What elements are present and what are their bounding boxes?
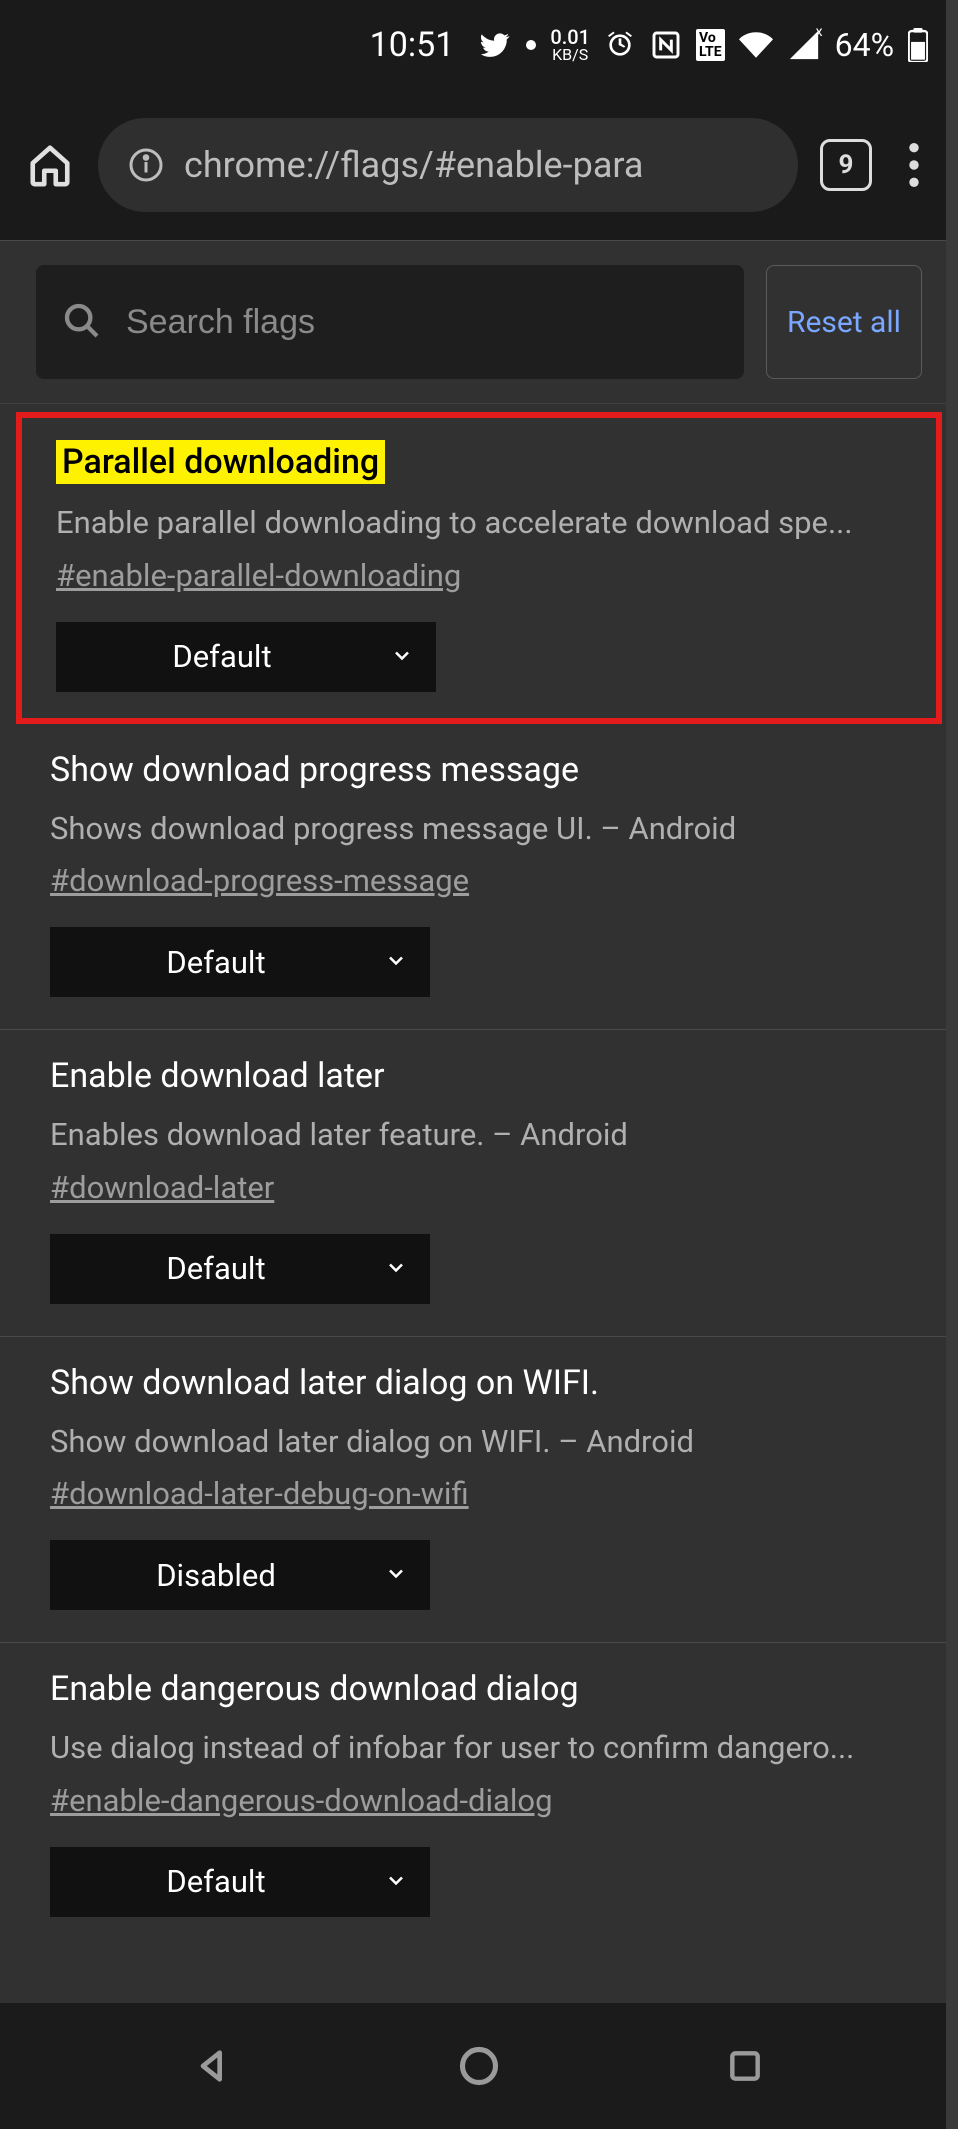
flag-select[interactable]: Default [50, 1847, 430, 1917]
battery-icon [908, 28, 928, 62]
flag-select[interactable]: Default [50, 927, 430, 997]
browser-toolbar: chrome://flags/#enable-para 9 [0, 90, 958, 240]
volte-icon: VoLTE [696, 29, 725, 61]
flag-title: Enable download later [50, 1056, 385, 1096]
search-icon [62, 301, 104, 343]
flag-list: Parallel downloading Enable parallel dow… [0, 412, 958, 1949]
flag-anchor-link[interactable]: #download-later [50, 1169, 274, 1206]
alarm-icon [604, 29, 636, 61]
overflow-menu-button[interactable] [894, 139, 934, 191]
system-nav-bar [0, 2003, 958, 2129]
search-input[interactable] [126, 303, 718, 342]
flag-title: Enable dangerous download dialog [50, 1669, 579, 1709]
signal-icon: x [787, 28, 821, 62]
flag-description: Enable parallel downloading to accelerat… [56, 500, 902, 547]
flag-select[interactable]: Default [50, 1234, 430, 1304]
flag-item: Show download later dialog on WIFI. Show… [0, 1337, 958, 1644]
flag-anchor-link[interactable]: #enable-dangerous-download-dialog [50, 1782, 553, 1819]
flag-anchor-link[interactable]: #download-progress-message [50, 862, 469, 899]
home-button[interactable] [24, 139, 76, 191]
search-row: Reset all [0, 241, 958, 404]
twitter-icon [478, 28, 512, 62]
flag-select[interactable]: Disabled [50, 1540, 430, 1610]
recents-button[interactable] [713, 2034, 777, 2098]
url-text: chrome://flags/#enable-para [184, 144, 643, 186]
search-box[interactable] [36, 265, 744, 379]
flag-title: Parallel downloading [56, 440, 385, 484]
flag-description: Show download later dialog on WIFI. – An… [50, 1419, 908, 1466]
flag-title: Show download progress message [50, 750, 579, 790]
tabs-button[interactable]: 9 [820, 139, 872, 191]
back-button[interactable] [181, 2034, 245, 2098]
frame-edge [946, 0, 958, 2129]
battery-percent: 64% [835, 26, 894, 64]
dot-icon [526, 40, 536, 50]
wifi-icon [739, 28, 773, 62]
status-time: 10:51 [370, 25, 455, 65]
flag-item: Parallel downloading Enable parallel dow… [16, 412, 942, 724]
flag-item: Show download progress message Shows dow… [0, 724, 958, 1031]
address-bar[interactable]: chrome://flags/#enable-para [98, 118, 798, 212]
chevron-down-icon [390, 638, 414, 675]
flag-description: Enables download later feature. – Androi… [50, 1112, 908, 1159]
network-speed: 0.01 KB/S [550, 27, 590, 63]
reset-all-button[interactable]: Reset all [766, 265, 922, 379]
flag-anchor-link[interactable]: #download-later-debug-on-wifi [50, 1475, 469, 1512]
flag-description: Use dialog instead of infobar for user t… [50, 1725, 908, 1772]
chevron-down-icon [384, 1250, 408, 1287]
flag-item: Enable dangerous download dialog Use dia… [0, 1643, 958, 1949]
flag-select[interactable]: Default [56, 622, 436, 692]
home-nav-button[interactable] [447, 2034, 511, 2098]
flag-item: Enable download later Enables download l… [0, 1030, 958, 1337]
flag-title: Show download later dialog on WIFI. [50, 1363, 599, 1403]
chevron-down-icon [384, 1557, 408, 1594]
chevron-down-icon [384, 944, 408, 981]
flag-description: Shows download progress message UI. – An… [50, 806, 908, 853]
chevron-down-icon [384, 1863, 408, 1900]
flags-page: Reset all Parallel downloading Enable pa… [0, 240, 958, 2003]
flag-anchor-link[interactable]: #enable-parallel-downloading [56, 557, 461, 594]
status-bar: 10:51 0.01 KB/S VoLTE x 64% [0, 0, 958, 90]
nfc-icon [650, 29, 682, 61]
site-info-icon[interactable] [126, 145, 166, 185]
